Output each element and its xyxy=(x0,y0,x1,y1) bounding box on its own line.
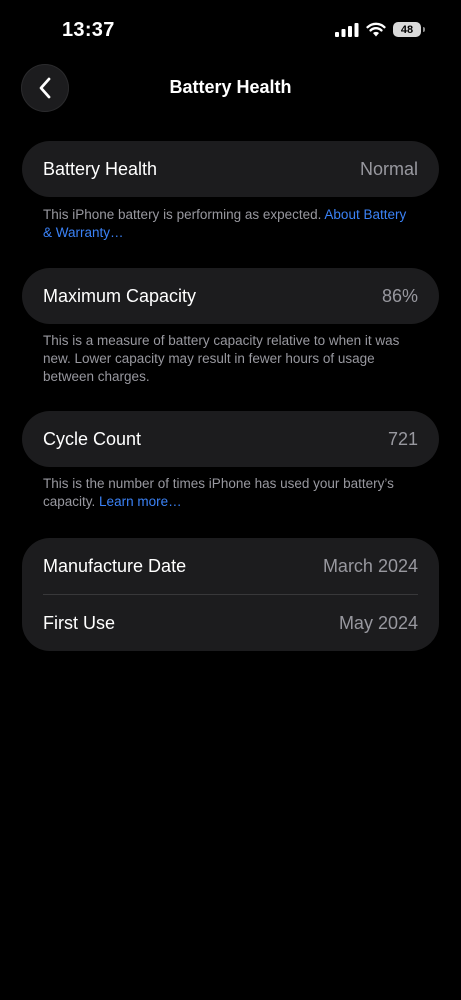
maximum-capacity-label: Maximum Capacity xyxy=(43,285,197,306)
cycle-count-description: This is the number of times iPhone has u… xyxy=(43,476,394,509)
manufacture-date-label: Manufacture Date xyxy=(43,555,187,576)
maximum-capacity-value: 86% xyxy=(381,285,418,306)
cycle-count-row: Cycle Count 721 xyxy=(22,411,439,467)
maximum-capacity-row: Maximum Capacity 86% xyxy=(22,268,439,324)
battery-health-card: Battery Health Normal xyxy=(22,141,439,197)
status-icons: 48 xyxy=(335,22,425,37)
battery-health-footnote: This iPhone battery is performing as exp… xyxy=(43,206,413,242)
cycle-count-label: Cycle Count xyxy=(43,428,142,449)
first-use-value: May 2024 xyxy=(338,612,418,633)
learn-more-link[interactable]: Learn more… xyxy=(99,494,182,509)
dates-card: Manufacture Date March 2024 First Use Ma… xyxy=(22,538,439,651)
maximum-capacity-card: Maximum Capacity 86% xyxy=(22,268,439,324)
cycle-count-value: 721 xyxy=(387,428,418,449)
maximum-capacity-description: This is a measure of battery capacity re… xyxy=(43,333,400,384)
page-title: Battery Health xyxy=(169,77,292,97)
status-time: 13:37 xyxy=(62,19,115,41)
battery-health-row: Battery Health Normal xyxy=(22,141,439,197)
battery-level-text: 48 xyxy=(400,23,414,36)
cycle-count-footnote: This is the number of times iPhone has u… xyxy=(43,475,413,511)
battery-health-description: This iPhone battery is performing as exp… xyxy=(43,207,322,222)
cellular-signal-icon xyxy=(335,22,359,37)
manufacture-date-row: Manufacture Date March 2024 xyxy=(22,538,439,594)
manufacture-date-value: March 2024 xyxy=(322,555,418,576)
wifi-icon xyxy=(366,22,386,37)
battery-health-label: Battery Health xyxy=(43,158,158,179)
first-use-row: First Use May 2024 xyxy=(22,595,439,651)
first-use-label: First Use xyxy=(43,612,115,633)
battery-health-value: Normal xyxy=(359,158,418,179)
maximum-capacity-footnote: This is a measure of battery capacity re… xyxy=(43,332,413,386)
cycle-count-card: Cycle Count 721 xyxy=(22,411,439,467)
battery-icon: 48 xyxy=(393,22,425,37)
status-bar: 13:37 48 xyxy=(0,0,461,60)
